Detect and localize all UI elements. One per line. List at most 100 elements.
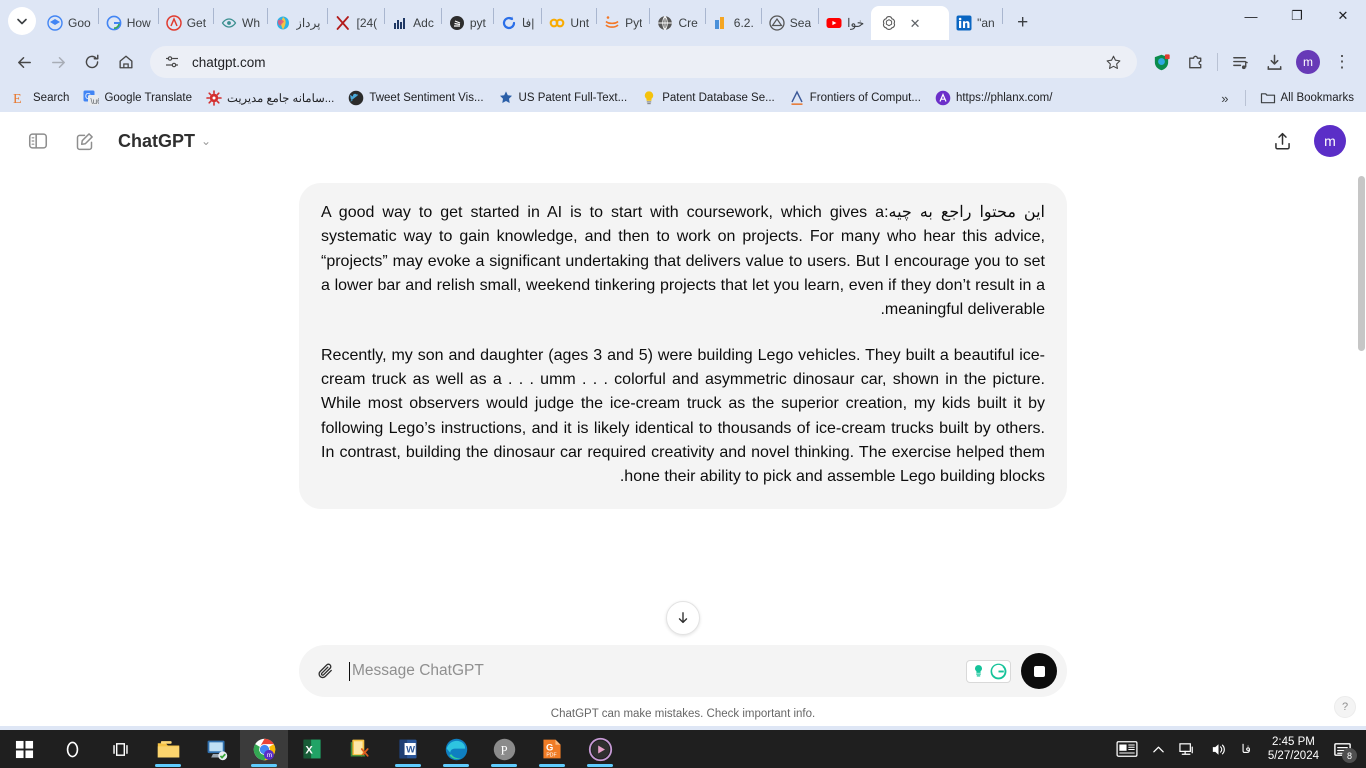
gear-red-icon [206, 90, 222, 106]
model-selector-button[interactable]: ChatGPT ⌄ [118, 131, 211, 152]
tab-arxiv[interactable]: [24( [328, 6, 384, 40]
reload-button[interactable] [76, 46, 108, 78]
svg-text:G: G [546, 742, 553, 753]
message-composer[interactable]: Message ChatGPT [299, 645, 1067, 697]
forward-button[interactable] [42, 46, 74, 78]
bookmark-tweet-sentiment[interactable]: Tweet Sentiment Vis... [342, 87, 489, 109]
bookmark-label: Google Translate [104, 92, 193, 104]
task-view-icon [112, 742, 128, 756]
all-bookmarks-button[interactable]: All Bookmarks [1254, 87, 1361, 109]
extensions-button[interactable] [1179, 46, 1211, 78]
help-button[interactable]: ? [1334, 696, 1356, 718]
disclaimer-text: ChatGPT can make mistakes. Check importa… [550, 708, 816, 720]
chrome-menu-button[interactable]: ⋮ [1326, 46, 1358, 78]
bookmark-frontiers[interactable]: Frontiers of Comput... [783, 87, 927, 109]
taskbar-search-button[interactable] [48, 730, 96, 768]
openai-icon [883, 16, 896, 30]
message-input[interactable]: Message ChatGPT [349, 661, 956, 681]
share-button[interactable] [1264, 123, 1300, 159]
taskbar-pdf-converter[interactable]: G PDF [528, 730, 576, 768]
folder-icon [1260, 93, 1275, 104]
bookmarks-divider [1244, 90, 1246, 106]
share-upload-icon [1274, 132, 1290, 150]
close-window-button[interactable]: ✕ [1320, 0, 1366, 32]
address-bar[interactable]: chatgpt.com [150, 46, 1137, 78]
notification-center-button[interactable]: 8 [1329, 730, 1362, 768]
language-indicator[interactable]: فا [1234, 730, 1257, 768]
stop-generating-button[interactable] [1021, 653, 1057, 689]
e-search-icon: E [13, 92, 22, 106]
bookmark-patent-database[interactable]: Patent Database Se... [635, 87, 781, 109]
bookmark-google-translate[interactable]: G \u6587 Google Translate [77, 87, 198, 109]
profile-button[interactable]: m [1292, 46, 1324, 78]
grammarly-widget[interactable] [966, 659, 1011, 683]
sidebar-toggle-button[interactable] [20, 123, 56, 159]
volume-button[interactable] [1203, 730, 1234, 768]
patent-star-icon [499, 91, 512, 103]
tab-refresh-blue[interactable]: فا| [494, 6, 542, 40]
bookmark-phlanx[interactable]: https://phlanx.com/ [929, 87, 1059, 109]
scroll-to-bottom-button[interactable] [666, 601, 700, 635]
tab-adc[interactable]: Adc [385, 6, 441, 40]
tab-linkedin[interactable]: "an [949, 6, 1002, 40]
attach-file-button[interactable] [313, 658, 339, 684]
news-weather-button[interactable] [1109, 730, 1145, 768]
taskbar-start-button[interactable] [0, 730, 48, 768]
tab-close-button[interactable]: ✕ [907, 15, 923, 31]
media-queue-button[interactable] [1224, 46, 1256, 78]
chevron-up-icon [1153, 746, 1165, 752]
tab-academia[interactable]: Sea [762, 6, 818, 40]
taskbar-microsoft-edge[interactable] [432, 730, 480, 768]
tab-strip: Goo How Get Wh پرداز [24(Adc pyt فا| Un… [0, 0, 1366, 40]
taskbar-pdf-reader[interactable]: P [480, 730, 528, 768]
new-tab-button[interactable]: + [1009, 8, 1037, 36]
linkedin-icon [956, 15, 972, 31]
taskbar-microsoft-excel[interactable]: X [288, 730, 336, 768]
page-scrollbar-thumb[interactable] [1358, 176, 1365, 351]
taskbar-google-chrome[interactable]: m [240, 730, 288, 768]
new-chat-button[interactable] [66, 123, 102, 159]
tab-jupyter[interactable]: Pyt [597, 6, 649, 40]
tab-youtube[interactable]: خوا [819, 6, 871, 40]
thread-inner: این محتوا راجع به چیه:A good way to get … [299, 170, 1067, 645]
maximize-button[interactable]: ❐ [1274, 0, 1320, 32]
user-avatar[interactable]: m [1314, 125, 1346, 157]
tab-how[interactable]: How [99, 6, 158, 40]
show-hidden-icons-button[interactable] [1145, 730, 1172, 768]
tab-stackoverflow[interactable]: pyt [442, 6, 493, 40]
tab-copilot[interactable]: پرداز [268, 6, 327, 40]
tab-colab[interactable]: Unt [542, 6, 596, 40]
site-settings-tune-icon[interactable] [164, 54, 180, 70]
home-button[interactable] [110, 46, 142, 78]
profile-avatar: m [1296, 50, 1320, 74]
taskbar-file-explorer[interactable] [144, 730, 192, 768]
tab-bar-chart[interactable]: 6.2. [706, 6, 761, 40]
tab-search-button[interactable] [8, 7, 36, 35]
network-button[interactable] [1172, 730, 1203, 768]
google-icon [106, 15, 122, 31]
bookmark-search[interactable]: E Search [6, 87, 75, 109]
colab-icon [550, 18, 565, 28]
tab-google-scholar[interactable]: Goo [40, 6, 98, 40]
bookmark-us-patent[interactable]: US Patent Full-Text... [492, 87, 634, 109]
conversation-thread: این محتوا راجع به چیه:A good way to get … [0, 170, 1366, 645]
tab-chatgpt-active[interactable]: ✕ [871, 6, 950, 40]
taskbar-snipping-tool[interactable] [336, 730, 384, 768]
tab-wh[interactable]: Wh [214, 6, 267, 40]
svg-text:m: m [266, 752, 271, 759]
adblock-extension-button[interactable] [1145, 46, 1177, 78]
bookmarks-overflow-button[interactable]: » [1213, 88, 1236, 109]
downloads-button[interactable] [1258, 46, 1290, 78]
tab-get[interactable]: Get [159, 6, 213, 40]
paragraph-1-text: A good way to get started in AI is to st… [321, 204, 1045, 319]
bookmark-star-icon[interactable] [1099, 48, 1127, 76]
taskbar-task-view-button[interactable] [96, 730, 144, 768]
taskbar-media-player[interactable] [576, 730, 624, 768]
back-button[interactable] [8, 46, 40, 78]
tab-cre[interactable]: Cre [650, 6, 704, 40]
bookmark-samane-modiriat[interactable]: سامانه جامع مديريت... [200, 87, 340, 109]
taskbar-microsoft-word[interactable]: W [384, 730, 432, 768]
minimize-button[interactable]: — [1228, 0, 1274, 32]
taskbar-remote-desktop[interactable] [192, 730, 240, 768]
clock[interactable]: 2:45 PM 5/27/2024 [1258, 730, 1329, 768]
